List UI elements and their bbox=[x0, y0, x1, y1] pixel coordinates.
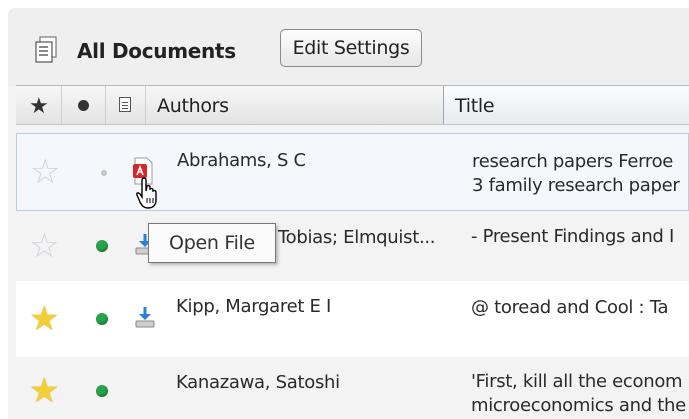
unread-dot-icon[interactable] bbox=[96, 240, 108, 252]
title-cell-line: @ toread and Cool : Ta bbox=[471, 297, 669, 318]
document-library-panel: All Documents Edit Settings ★ Authors Ti… bbox=[8, 8, 689, 419]
author-cell: Abrahams, S C bbox=[177, 150, 306, 171]
column-header-title-label: Title bbox=[455, 95, 495, 117]
table-row[interactable]: ★ Kipp, Margaret E I @ toread and Cool :… bbox=[16, 281, 689, 357]
title-cell-line: 3 family research paper bbox=[472, 175, 680, 196]
author-cell: Kanazawa, Satoshi bbox=[176, 372, 340, 393]
column-header-authors-label: Authors bbox=[157, 95, 229, 117]
column-header-read-status[interactable] bbox=[62, 86, 106, 124]
title-cell-line: 'First, kill all the econom bbox=[471, 371, 683, 392]
table-row[interactable]: ☆ Abrahams, S C research papers Ferroe 3… bbox=[16, 133, 689, 211]
open-file-tooltip: Open File bbox=[148, 223, 276, 263]
column-header-favorite[interactable]: ★ bbox=[16, 86, 62, 124]
download-icon[interactable] bbox=[134, 305, 156, 329]
star-empty-icon[interactable]: ☆ bbox=[30, 155, 60, 189]
page-title: All Documents bbox=[77, 39, 236, 63]
title-cell-line: microeconomics and the bbox=[471, 395, 686, 416]
table-header: ★ Authors Title bbox=[16, 85, 689, 125]
star-empty-icon[interactable]: ☆ bbox=[29, 229, 59, 263]
table-row[interactable]: ★ Kanazawa, Satoshi 'First, kill all the… bbox=[16, 357, 689, 419]
documents-icon bbox=[35, 36, 57, 63]
column-header-authors[interactable]: Authors bbox=[146, 86, 443, 124]
read-dot-icon[interactable] bbox=[101, 170, 107, 176]
table-row[interactable]: ☆ Tobias; Elmquist... - Present Findings… bbox=[16, 213, 689, 281]
star-icon: ★ bbox=[29, 93, 49, 118]
edit-settings-button[interactable]: Edit Settings bbox=[280, 29, 422, 67]
star-filled-icon[interactable]: ★ bbox=[29, 374, 59, 408]
dot-icon bbox=[78, 100, 89, 111]
page-icon bbox=[119, 97, 131, 112]
title-cell-line: research papers Ferroe bbox=[472, 151, 674, 172]
library-header: All Documents Edit Settings bbox=[8, 8, 689, 86]
unread-dot-icon[interactable] bbox=[96, 385, 108, 397]
title-cell-line: - Present Findings and I bbox=[471, 226, 674, 247]
star-filled-icon[interactable]: ★ bbox=[29, 302, 59, 336]
column-header-file[interactable] bbox=[106, 86, 146, 124]
author-cell: Tobias; Elmquist... bbox=[278, 227, 436, 248]
author-cell: Kipp, Margaret E I bbox=[176, 296, 332, 317]
unread-dot-icon[interactable] bbox=[96, 313, 108, 325]
column-header-title[interactable]: Title bbox=[443, 86, 689, 124]
hand-cursor-icon bbox=[136, 177, 157, 209]
